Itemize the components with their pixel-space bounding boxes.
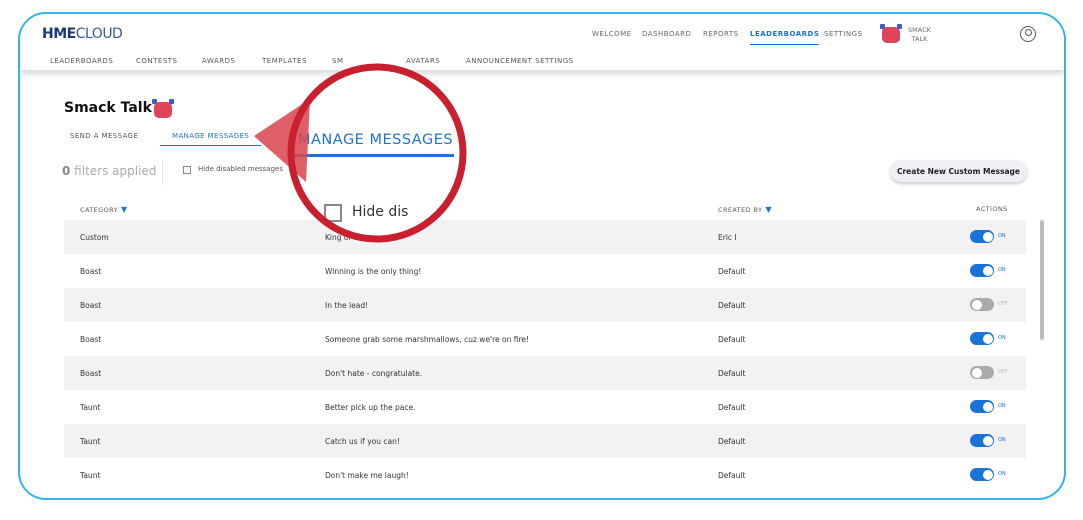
callout-circle [287, 63, 467, 243]
screenshot-frame: HMECLOUD WELCOME DASHBOARD REPORTS LEADE… [18, 12, 1066, 500]
callout-overlay [254, 63, 467, 243]
